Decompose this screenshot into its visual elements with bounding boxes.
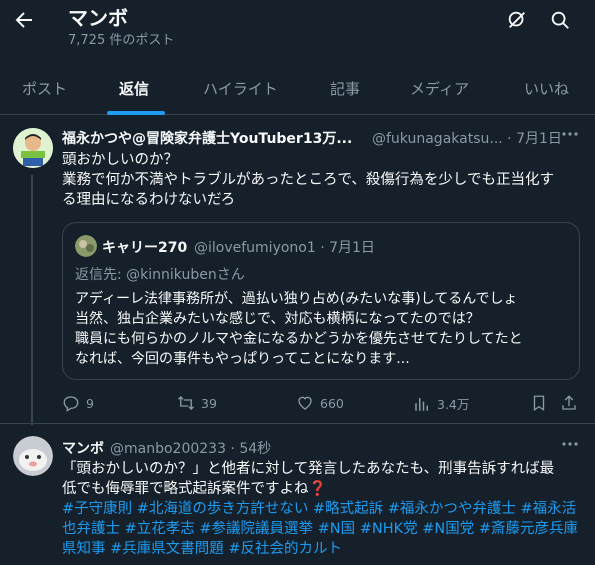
like-count: 660 xyxy=(320,395,344,411)
hashtag-line[interactable]: 県知事 #兵庫県文書問題 #反社会的カルト xyxy=(62,539,578,559)
retweet-icon xyxy=(178,396,194,410)
profile-tabs: ポスト 返信 ハイライト 記事 メディア いいね xyxy=(0,64,595,115)
author-handle-time[interactable]: @manbo200233 · 54秒 xyxy=(110,438,271,458)
bookmark-icon xyxy=(533,395,545,412)
quoted-text-line: 職員にも何らかのノルマや金になるかどうかを優先させてたりしてたと xyxy=(75,331,523,347)
divider xyxy=(0,423,595,424)
tab-media[interactable]: メディア xyxy=(410,78,469,99)
tweet-text: 頭おかしいのか？ 業務で何か不満やトラブルがあったところで、殺傷行為を少しでも正… xyxy=(62,150,554,210)
tweet-text-line: 頭おかしいのか？ xyxy=(62,152,178,168)
avatar[interactable] xyxy=(13,128,53,168)
reply-button[interactable]: 9 xyxy=(62,394,94,412)
quoted-text: アディーレ法律事務所が、過払い独り占め(みたいな事)してるんでしょ 当然、独占企… xyxy=(75,289,523,369)
quoted-author-name: キャリー270 xyxy=(102,240,188,256)
post-count: 7,725 件のポスト xyxy=(68,33,175,48)
tab-replies[interactable]: 返信 xyxy=(119,78,149,99)
thread-line xyxy=(31,175,33,425)
views-button[interactable]: 3.4万 xyxy=(413,394,469,413)
reply-count: 9 xyxy=(86,395,94,411)
bookmark-button[interactable] xyxy=(530,394,548,412)
reply-icon xyxy=(63,396,79,412)
avatar[interactable] xyxy=(13,436,53,476)
reply-to: 返信先: @kinnikubenさん xyxy=(75,264,245,284)
more-options-icon[interactable] xyxy=(560,434,580,454)
search-off-icon[interactable] xyxy=(506,9,528,31)
view-count: 3.4万 xyxy=(437,397,470,412)
retweet-count: 39 xyxy=(201,395,217,411)
search-icon[interactable] xyxy=(549,9,571,31)
tweet-text-line: る理由になるわけないだろ xyxy=(62,192,236,208)
tab-articles[interactable]: 記事 xyxy=(330,78,360,99)
retweet-button[interactable]: 39 xyxy=(177,394,217,412)
tab-posts[interactable]: ポスト xyxy=(22,78,67,99)
tab-highlights[interactable]: ハイライト xyxy=(203,78,278,99)
like-button[interactable]: 660 xyxy=(296,394,344,412)
reply-to-handle[interactable]: @kinnikubenさん xyxy=(126,267,245,283)
quoted-text-line: アディーレ法律事務所が、過払い独り占め(みたいな事)してるんでしょ xyxy=(75,291,518,307)
active-tab-indicator xyxy=(107,111,165,115)
tweet-text-line: 低でも侮辱罪で略式起訴案件ですよね❓ xyxy=(62,481,327,497)
quoted-text-line: なれば、今回の事件もやっぱりってことになります... xyxy=(75,351,410,367)
page-title: マンボ xyxy=(68,6,128,30)
reply-to-prefix: 返信先: xyxy=(75,267,127,283)
quoted-text-line: 当然、独占企業みたいな感じで、対応も横柄になってたのでは？ xyxy=(75,311,480,327)
author-handle-time[interactable]: @fukunagakatsu... · 7月1日 xyxy=(372,128,562,148)
tweet-text-line: 業務で何か不満やトラブルがあったところで、殺傷行為を少しでも正当化す xyxy=(62,172,554,188)
quoted-handle-time: @ilovefumiyono1 · 7月1日 xyxy=(194,240,375,256)
more-options-icon[interactable] xyxy=(560,124,580,144)
tweet-text-line: 「頭おかしいのか？」と他者に対して発言したあなたも、刑事告訴すれば最 xyxy=(62,461,555,477)
back-arrow-icon[interactable] xyxy=(12,8,36,32)
tweet-text: 「頭おかしいのか？」と他者に対して発言したあなたも、刑事告訴すれば最 低でも侮辱… xyxy=(62,459,578,559)
author-name[interactable]: 福永かつや@冒険家弁護士YouTuber13万... xyxy=(62,128,352,148)
author-name[interactable]: マンボ xyxy=(62,438,104,458)
hashtag-line[interactable]: 也弁護士 #立花孝志 #参議院議員選挙 #N国 #NHK党 #N国党 #斎藤元彦… xyxy=(62,519,578,539)
heart-icon xyxy=(298,396,312,410)
quoted-avatar xyxy=(75,235,97,257)
share-icon xyxy=(562,395,576,410)
tab-likes[interactable]: いいね xyxy=(524,78,569,99)
profile-header: マンボ 7,725 件のポスト xyxy=(0,0,595,56)
hashtag-line[interactable]: #子守康則 #北海道の歩き方許せない #略式起訴 #福永かつや弁護士 #福永活 xyxy=(62,499,578,519)
views-chart-icon xyxy=(415,397,428,411)
share-button[interactable] xyxy=(560,394,578,412)
